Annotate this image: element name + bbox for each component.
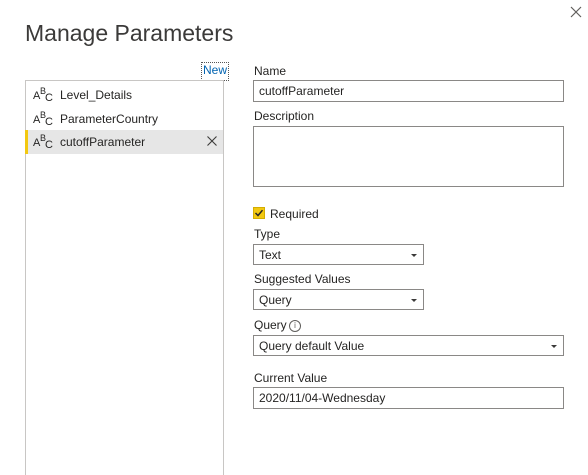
close-icon[interactable] <box>566 2 586 22</box>
current-value-field-value: 2020/11/04-Wednesday <box>259 391 386 405</box>
name-label: Name <box>254 64 287 78</box>
type-dropdown-value: Text <box>259 247 282 262</box>
current-value-label: Current Value <box>254 371 328 385</box>
chevron-down-icon <box>411 254 417 257</box>
suggested-values-dropdown-value: Query <box>259 292 292 307</box>
type-dropdown[interactable]: Text <box>253 244 424 265</box>
description-field[interactable] <box>253 126 564 187</box>
current-value-field[interactable]: 2020/11/04-Wednesday <box>253 387 564 409</box>
name-field-value: cutoffParameter <box>259 84 345 98</box>
chevron-down-icon <box>411 299 417 302</box>
parameter-name: cutoffParameter <box>60 135 146 149</box>
type-label: Type <box>254 227 281 241</box>
name-field[interactable]: cutoffParameter <box>253 80 564 102</box>
chevron-down-icon <box>551 345 557 348</box>
parameter-name: ParameterCountry <box>60 112 159 126</box>
abc-text-icon: ABC <box>33 133 53 151</box>
dialog-title: Manage Parameters <box>25 20 234 46</box>
suggested-values-dropdown[interactable]: Query <box>253 289 424 310</box>
info-icon[interactable]: i <box>289 320 301 332</box>
required-checkbox[interactable] <box>253 207 265 219</box>
parameter-item-parametercountry[interactable]: ABC ParameterCountry <box>26 107 223 131</box>
description-label: Description <box>254 109 315 123</box>
parameter-item-level-details[interactable]: ABC Level_Details <box>26 83 223 107</box>
parameter-list: ABC Level_Details ABC ParameterCountry A… <box>25 80 224 475</box>
abc-text-icon: ABC <box>33 86 53 104</box>
required-label: Required <box>270 207 319 221</box>
suggested-values-label: Suggested Values <box>254 272 351 286</box>
parameter-item-cutoffparameter[interactable]: ABC cutoffParameter <box>25 130 223 154</box>
query-dropdown[interactable]: Query default Value <box>253 335 564 356</box>
delete-parameter-icon[interactable] <box>206 135 218 147</box>
abc-text-icon: ABC <box>33 110 53 128</box>
new-parameter-link[interactable]: New <box>201 62 230 81</box>
parameter-name: Level_Details <box>60 88 133 102</box>
query-dropdown-value: Query default Value <box>259 338 365 353</box>
query-label: Query <box>254 318 287 332</box>
